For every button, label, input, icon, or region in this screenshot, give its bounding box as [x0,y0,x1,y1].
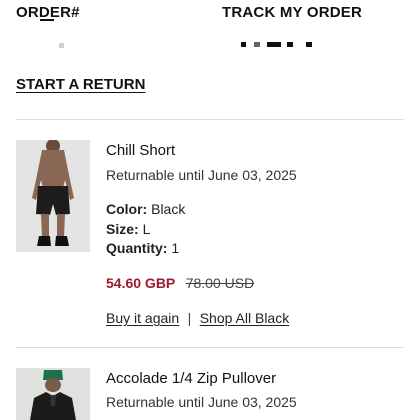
returnable-until: Returnable until June 03, 2025 [106,167,297,183]
order-number-redacted [59,43,64,48]
buy-it-again-link[interactable]: Buy it again [106,310,179,326]
size-row: Size: L [106,221,150,237]
product-image-accolade-pullover[interactable] [16,368,90,420]
price-row: 54.60 GBP 78.00 USD [106,275,254,293]
tracking-number-redacted [241,41,316,48]
track-my-order-link[interactable]: TRACK MY ORDER [222,4,362,21]
product-photo [16,368,90,420]
returnable-until: Returnable until June 03, 2025 [106,394,297,410]
shop-all-black-link[interactable]: Shop All Black [200,310,290,326]
original-price: 78.00 USD [185,275,255,291]
divider [16,347,404,348]
link-separator: | [187,310,192,326]
start-return-link[interactable]: START A RETURN [16,76,145,93]
color-value: Black [151,201,186,217]
size-label: Size: [106,221,139,237]
quantity-value: 1 [171,240,180,256]
order-number-underline [40,19,54,21]
size-value: L [142,221,151,237]
quantity-row: Quantity: 1 [106,240,179,256]
item-links: Buy it again | Shop All Black [106,310,289,328]
product-title[interactable]: Accolade 1/4 Zip Pullover [106,370,276,387]
color-label: Color: [106,201,148,217]
color-row: Color: Black [106,201,185,217]
divider [16,119,404,120]
product-photo [16,140,90,252]
product-image-chill-short[interactable] [16,140,90,252]
sale-price: 54.60 GBP [106,275,176,291]
product-title[interactable]: Chill Short [106,142,175,159]
quantity-label: Quantity: [106,240,168,256]
